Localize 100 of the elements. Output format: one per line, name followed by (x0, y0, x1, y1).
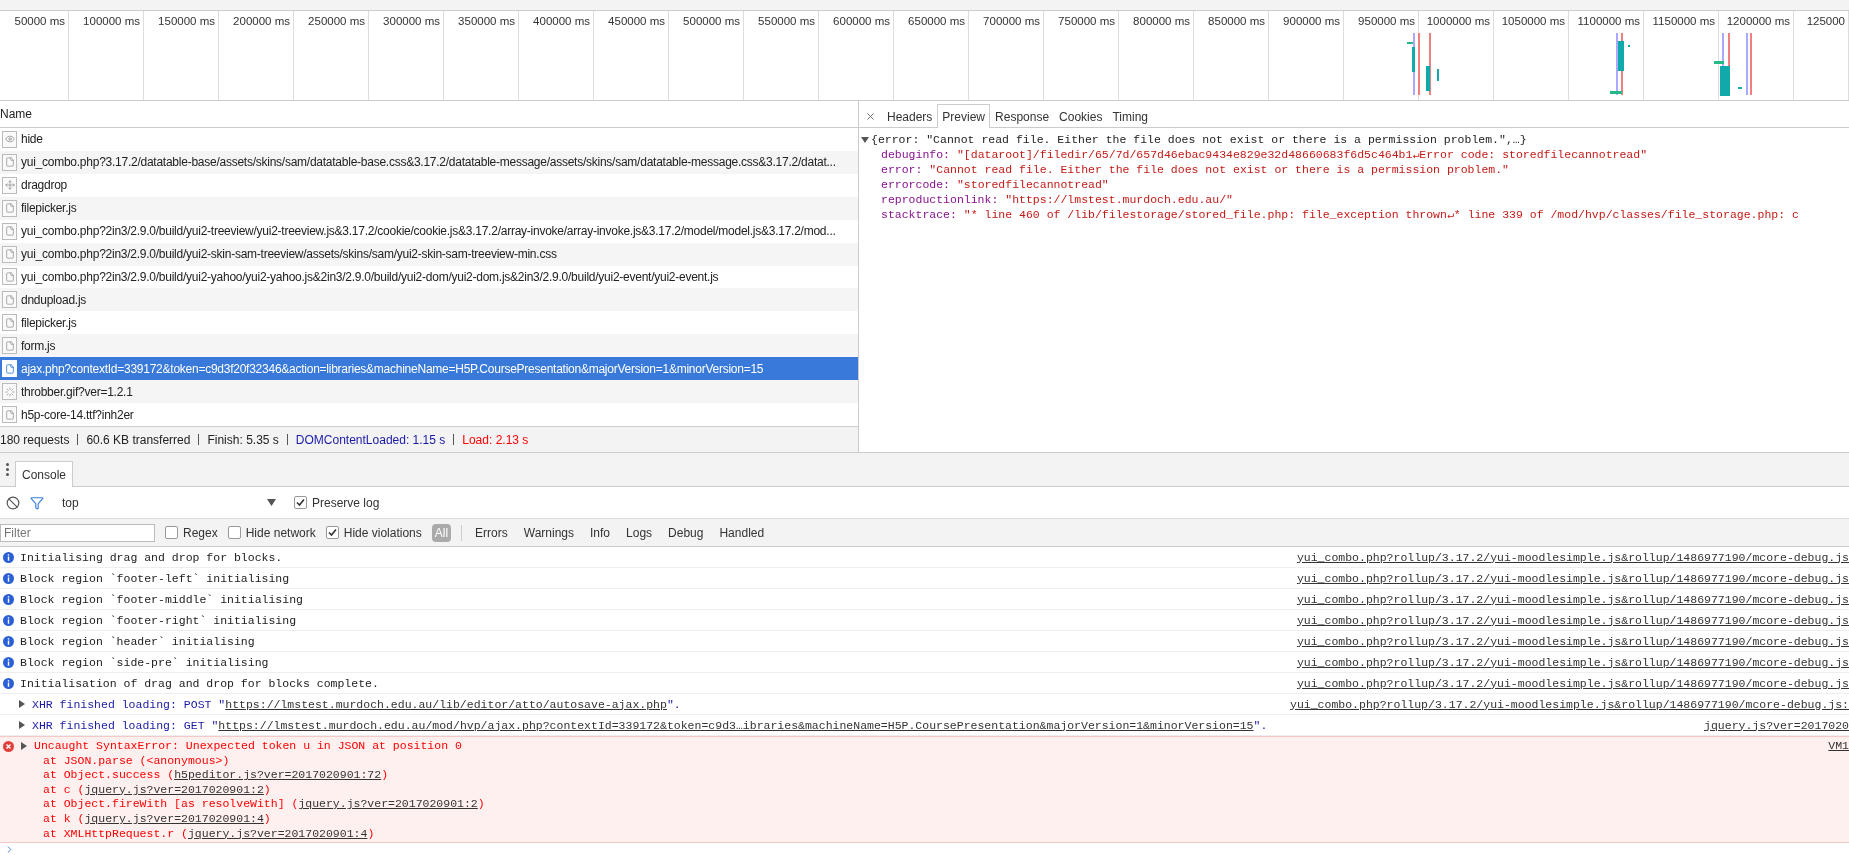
checkbox-label: Preserve log (312, 495, 380, 510)
error-message: Uncaught SyntaxError: Unexpected token u in JSON at position 0 (34, 739, 462, 754)
level-filter[interactable]: Logs (623, 523, 656, 542)
detail-tab[interactable]: Timing (1107, 104, 1153, 128)
info-icon (3, 635, 14, 647)
time-tick-label: 700000 ms (983, 14, 1041, 27)
property-value: "* line 460 of /lib/filestorage/stored_file.php: file_exception thrown↵* line 339 of /mod/hvp/classes/file_storage.php: c (963, 208, 1799, 221)
stack-link[interactable]: jquery.js?ver=2017020901:4 (187, 826, 368, 840)
stack-link[interactable]: h5peditor.js?ver=2017020901:72 (174, 768, 382, 782)
time-tick-label: 50000 ms (14, 14, 66, 27)
info-icon (3, 593, 14, 605)
log-message: Block region `footer-right` initialising (20, 613, 297, 627)
source-link[interactable]: VM1 (1828, 739, 1849, 754)
level-filter[interactable]: Handled (716, 523, 768, 542)
url-link[interactable]: https://lmstest.murdoch.edu.au/mod/hvp/ajax.php?contextId=339172&token=c9d3…ibraries&machineName=H5P.CoursePresentation&majorVersion=1&minorVersion=15 (218, 718, 1254, 732)
expand-arrow-icon[interactable] (861, 135, 869, 144)
time-tick-label: 350000 ms (458, 14, 516, 27)
source-link[interactable]: yui_combo.php?rollup/3.17.2/yui-moodlesimple.js&rollup/1486977190/mcore-debug.js (1296, 571, 1849, 585)
log-message: Initialisation of drag and drop for blocks complete. (20, 676, 379, 690)
preserve-log-checkbox[interactable] (294, 496, 307, 509)
document-icon (4, 226, 15, 237)
time-tick-label: 250000 ms (308, 14, 366, 27)
expand-arrow-icon[interactable] (18, 700, 26, 708)
time-tick-label: 750000 ms (1058, 14, 1116, 27)
source-link[interactable]: jquery.js?ver=2017020 (1704, 718, 1849, 732)
stack-trace-line: at c (jquery.js?ver=2017020901:2) (43, 782, 271, 796)
request-name: yui_combo.php?2in3/2.9.0/build/yui2-yahoo/yui2-yahoo.js&2in3/2.9.0/build/yui2-dom/yui2-dom.js&2in3/2.9.0/build/yui2-event/yui2-event.js (21, 270, 719, 284)
checkbox-label: Hide violations (343, 525, 422, 540)
status-text: 60.6 KB transferred (86, 432, 191, 447)
request-name: form.js (21, 338, 56, 353)
time-tick-label: 450000 ms (608, 14, 666, 27)
stack-link[interactable]: jquery.js?ver=2017020901:4 (84, 811, 264, 825)
time-tick-label: 600000 ms (833, 14, 891, 27)
time-tick-label: 550000 ms (758, 14, 816, 27)
property-key: debuginfo: (881, 148, 950, 161)
request-name: filepicker.js (21, 315, 77, 330)
stack-link[interactable]: jquery.js?ver=2017020901:2 (298, 797, 478, 811)
detail-tab[interactable]: Preview (937, 104, 991, 128)
log-message: Block region `footer-middle` initialising (20, 592, 303, 606)
request-name: yui_combo.php?2in3/2.9.0/build/yui2-skin-sam-treeview/assets/skins/sam/yui2-skin-sam-treeview-min.css (21, 247, 557, 262)
request-row[interactable]: filepicker.js (0, 196, 858, 220)
time-tick-label: 800000 ms (1133, 14, 1191, 27)
request-row[interactable]: throbber.gif?ver=1.2.1 (0, 380, 858, 404)
property-key: error: (881, 163, 923, 176)
detail-tab[interactable]: Cookies (1054, 104, 1108, 128)
close-icon (865, 111, 876, 122)
request-name: hide (21, 132, 43, 147)
url-link[interactable]: https://lmstest.murdoch.edu.au/lib/editor/atto/autosave-ajax.php (225, 697, 667, 711)
source-link[interactable]: yui_combo.php?rollup/3.17.2/yui-moodlesimple.js&rollup/1486977190/mcore-debug.js (1296, 676, 1849, 690)
column-header[interactable]: Name (0, 107, 32, 121)
time-tick-label: 1050000 ms (1501, 14, 1566, 27)
document-icon (4, 340, 15, 351)
detail-tab[interactable]: Headers (882, 104, 938, 128)
clear-icon[interactable] (6, 495, 20, 510)
time-tick-label: 500000 ms (683, 14, 741, 27)
console-tab[interactable]: Console (15, 461, 74, 487)
request-row[interactable]: form.js (0, 334, 858, 358)
info-icon (3, 551, 14, 563)
level-filter[interactable]: Errors (472, 523, 511, 542)
source-link[interactable]: yui_combo.php?rollup/3.17.2/yui-moodlesimple.js&rollup/1486977190/mcore-debug.js: (1290, 697, 1849, 711)
level-filter[interactable]: Warnings (520, 523, 578, 542)
context-select[interactable]: top (54, 495, 284, 510)
request-row[interactable]: yui_combo.php?3.17.2/datatable-base/assets/skins/sam/datatable-base.css&3.17.2/datatable-message/assets/skins/sam/datatable-message.css&3.17.2/datat... (0, 150, 858, 174)
time-tick-label: 950000 ms (1358, 14, 1416, 27)
request-name: ajax.php?contextId=339172&token=c9d3f20f32346&action=libraries&machineName=H5P.CoursePresentation&majorVersion=1&minorVersion=15 (21, 361, 764, 376)
source-link[interactable]: yui_combo.php?rollup/3.17.2/yui-moodlesimple.js&rollup/1486977190/mcore-debug.js (1296, 634, 1849, 648)
stack-trace-line: at k (jquery.js?ver=2017020901:4) (43, 811, 271, 825)
option-checkbox[interactable] (325, 526, 339, 539)
property-key: stacktrace: (881, 208, 957, 221)
caret-icon (267, 499, 276, 506)
request-row[interactable]: ajax.php?contextId=339172&token=c9d3f20f32346&action=libraries&machineName=H5P.CoursePresentation&majorVersion=1&minorVersion=15 (0, 357, 858, 381)
checkbox-label: Hide network (245, 525, 316, 540)
more-icon[interactable] (6, 463, 9, 476)
expand-arrow-icon[interactable] (18, 721, 26, 729)
request-name: dragdrop (21, 178, 68, 193)
document-icon (4, 249, 15, 260)
source-link[interactable]: yui_combo.php?rollup/3.17.2/yui-moodlesimple.js&rollup/1486977190/mcore-debug.js (1296, 550, 1849, 564)
stack-trace-line: at Object.fireWith [as resolveWith] (jquery.js?ver=2017020901:2) (43, 797, 485, 811)
property-key: reproductionlink: (881, 193, 999, 206)
detail-tab[interactable]: Response (990, 104, 1055, 128)
source-link[interactable]: yui_combo.php?rollup/3.17.2/yui-moodlesimple.js&rollup/1486977190/mcore-debug.js (1296, 592, 1849, 606)
level-filter[interactable]: Debug (665, 523, 707, 542)
request-row[interactable]: dndupload.js (0, 288, 858, 312)
option-checkbox[interactable] (165, 526, 178, 539)
level-filter[interactable]: Info (587, 523, 614, 542)
stack-trace-line: at JSON.parse (<anonymous>) (43, 753, 230, 767)
status-text: DOMContentLoaded: 1.15 s (295, 432, 446, 447)
request-row[interactable]: yui_combo.php?2in3/2.9.0/build/yui2-skin-sam-treeview/assets/skins/sam/yui2-skin-sam-treeview-min.css (0, 242, 858, 266)
document-icon (4, 363, 15, 374)
filter-icon[interactable] (30, 495, 44, 510)
time-tick-label: 125000 (1806, 14, 1846, 27)
expand-arrow-icon[interactable] (20, 742, 28, 751)
filter-field[interactable]: Filter (0, 523, 155, 542)
checkbox-label: Regex (183, 525, 218, 540)
source-link[interactable]: yui_combo.php?rollup/3.17.2/yui-moodlesimple.js&rollup/1486977190/mcore-debug.js (1296, 613, 1849, 627)
document-icon (4, 317, 15, 328)
stack-link[interactable]: jquery.js?ver=2017020901:2 (84, 782, 264, 796)
log-message: Block region `side-pre` initialising (20, 655, 269, 669)
option-checkbox[interactable] (227, 526, 241, 539)
source-link[interactable]: yui_combo.php?rollup/3.17.2/yui-moodlesimple.js&rollup/1486977190/mcore-debug.js (1296, 655, 1849, 669)
